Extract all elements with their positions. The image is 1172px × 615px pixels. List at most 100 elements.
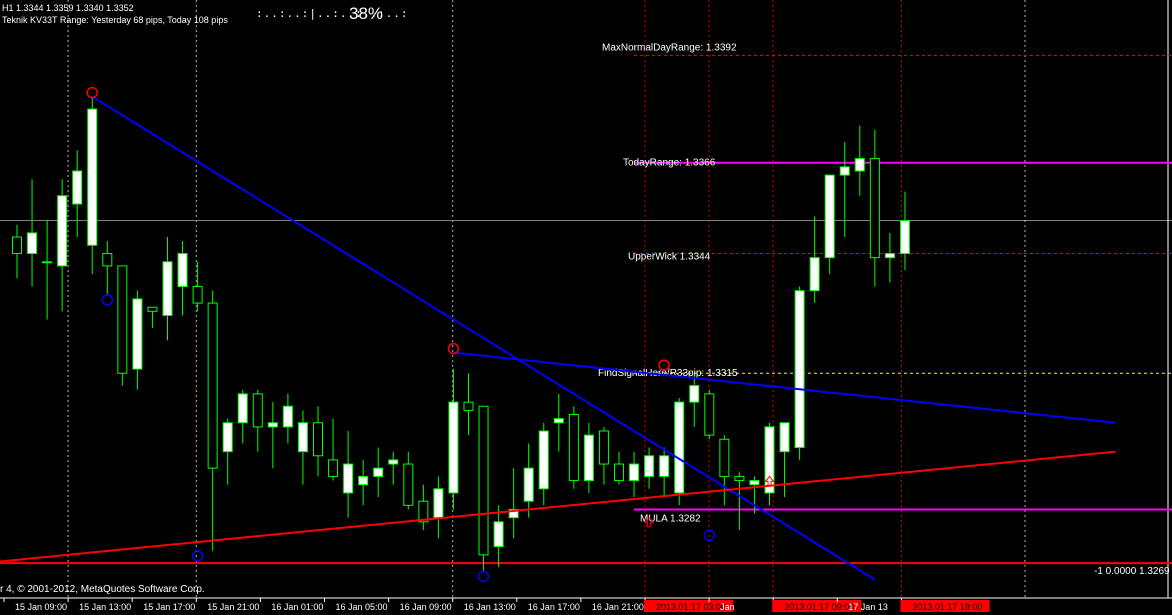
candle-body bbox=[749, 480, 760, 486]
candle-body bbox=[884, 253, 895, 259]
candle bbox=[523, 443, 534, 518]
progress-percent: 38% bbox=[349, 4, 384, 23]
x-tick-label: 15 Jan 09:00 bbox=[15, 602, 67, 612]
candle-body bbox=[734, 475, 745, 482]
candle-body bbox=[237, 393, 248, 424]
candle bbox=[72, 150, 83, 238]
candle bbox=[553, 393, 564, 452]
candle bbox=[328, 418, 339, 481]
price-chart[interactable]: 15 Jan 09:00 15 Jan 13:00 15 Jan 17:00 15 J… bbox=[0, 0, 1172, 615]
candle-body bbox=[42, 261, 53, 264]
candle bbox=[583, 422, 594, 493]
candle-body bbox=[147, 306, 158, 312]
candle-body bbox=[207, 302, 218, 469]
x-tick-label: 2013.01.17 18:00 bbox=[912, 602, 982, 612]
candle bbox=[614, 451, 624, 485]
candle bbox=[463, 373, 474, 436]
candle bbox=[854, 125, 865, 196]
candle bbox=[162, 237, 173, 341]
level-label-upperwick: UpperWick 1.3344 bbox=[628, 252, 711, 263]
candle bbox=[764, 422, 775, 506]
x-tick-label: 15 Jan 17:00 bbox=[143, 602, 195, 612]
candle bbox=[659, 447, 670, 498]
x-tick-label: 16 Jan 05:00 bbox=[336, 602, 388, 612]
candle-body bbox=[12, 236, 22, 255]
x-tick-label: 16 Jan 21:00 bbox=[592, 602, 644, 612]
swing-high-marker bbox=[447, 342, 460, 355]
candle-body bbox=[373, 467, 384, 477]
candle bbox=[869, 129, 880, 287]
x-tick-label: Jan bbox=[720, 602, 735, 612]
candle bbox=[508, 468, 519, 539]
candle bbox=[117, 265, 128, 386]
candle-body bbox=[162, 261, 173, 316]
swing-low-marker bbox=[101, 294, 114, 306]
candle bbox=[388, 451, 399, 485]
candle-body bbox=[854, 158, 865, 172]
candle bbox=[267, 402, 278, 469]
candle bbox=[12, 224, 22, 279]
candle-body bbox=[102, 253, 113, 267]
x-tick-label: 2013.01.17 03:00 bbox=[656, 602, 726, 612]
x-tick-label: 16 Jan 13:00 bbox=[464, 602, 516, 612]
candle-body bbox=[583, 434, 594, 482]
candle bbox=[809, 216, 820, 304]
candle-body bbox=[659, 455, 670, 477]
candle-body bbox=[839, 166, 850, 176]
candle-body bbox=[463, 401, 474, 411]
x-tick-label: 16 Jan 17:00 bbox=[528, 602, 580, 612]
candle bbox=[358, 459, 369, 506]
candle-body bbox=[689, 385, 700, 403]
fib-level-label: -1 0.0000 1.3269 bbox=[1094, 566, 1170, 577]
level-label-todayrange: TodayRange: 1.3366 bbox=[623, 158, 716, 169]
candle bbox=[42, 220, 53, 320]
candle-body bbox=[252, 393, 263, 428]
candle bbox=[343, 431, 354, 518]
candle-body bbox=[704, 393, 715, 436]
trendline bbox=[453, 351, 1116, 424]
candle bbox=[297, 410, 308, 485]
candle bbox=[644, 447, 655, 489]
candle-body bbox=[493, 521, 504, 548]
x-tick-label: 15 Jan 21:00 bbox=[207, 602, 259, 612]
candle-body bbox=[448, 401, 459, 494]
candle-body bbox=[117, 265, 128, 374]
candle-body bbox=[87, 108, 98, 246]
candle bbox=[478, 405, 489, 572]
candle-body bbox=[719, 438, 730, 477]
candle-body bbox=[57, 195, 68, 267]
level-label-maxnormaldayrange: MaxNormalDayRange: 1.3392 bbox=[602, 42, 737, 53]
chart-window[interactable]: 15 Jan 09:00 15 Jan 13:00 15 Jan 17:00 15 J… bbox=[0, 0, 1172, 615]
candle-body bbox=[177, 253, 188, 288]
candle-body bbox=[644, 455, 655, 477]
candle-body bbox=[192, 286, 203, 304]
candle bbox=[734, 472, 745, 531]
candle bbox=[674, 398, 685, 506]
candle-body bbox=[267, 422, 278, 428]
candle-body bbox=[282, 405, 293, 428]
level-label-mula: MULA 1.3282 bbox=[640, 513, 701, 524]
swing-low-marker bbox=[477, 570, 490, 583]
candle-body bbox=[358, 475, 369, 486]
copyright-label: r 4, © 2001-2012, MetaQuotes Software Co… bbox=[0, 584, 205, 595]
candle bbox=[207, 290, 218, 551]
candle-body bbox=[388, 459, 399, 465]
candle-body bbox=[824, 174, 835, 259]
x-tick-label: 16 Jan 09:00 bbox=[400, 602, 452, 612]
candle bbox=[237, 389, 248, 444]
candle bbox=[538, 422, 549, 506]
candle bbox=[884, 232, 895, 283]
candle-body bbox=[523, 467, 534, 502]
candle bbox=[87, 96, 98, 275]
candle bbox=[147, 306, 158, 328]
candle-body bbox=[568, 414, 579, 482]
candle bbox=[899, 191, 910, 271]
candle bbox=[403, 451, 414, 510]
candle-body bbox=[538, 430, 549, 490]
candle bbox=[192, 261, 203, 312]
candle-body bbox=[794, 290, 805, 449]
candle bbox=[418, 484, 429, 531]
candle-body bbox=[72, 170, 83, 205]
candle-body bbox=[343, 463, 354, 494]
candle bbox=[794, 286, 805, 460]
